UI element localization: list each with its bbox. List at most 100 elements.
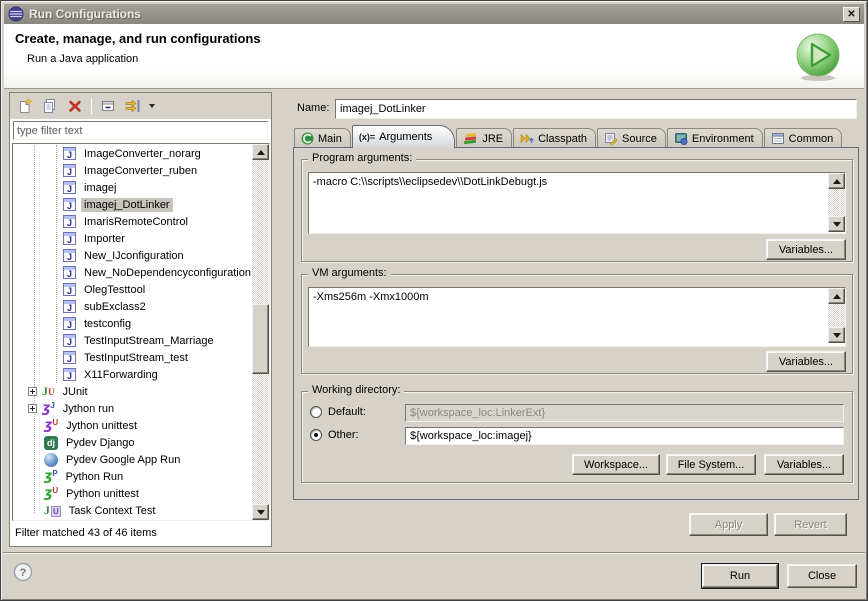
tab-environment[interactable]: Environment bbox=[667, 128, 763, 148]
program-arguments-scrollbar[interactable] bbox=[828, 173, 845, 232]
scroll-down-icon[interactable] bbox=[828, 327, 845, 343]
filter-status: Filter matched 43 of 46 items bbox=[12, 527, 269, 543]
name-label: Name: bbox=[297, 102, 329, 114]
python-run-icon bbox=[44, 469, 58, 485]
tree-item[interactable]: imagej bbox=[13, 179, 252, 196]
tab-bar: Main Arguments JRE Classpath Source Envi… bbox=[294, 125, 857, 148]
footer-separator bbox=[3, 552, 865, 554]
other-radio[interactable] bbox=[310, 429, 322, 441]
expand-icon[interactable] bbox=[28, 404, 37, 413]
title-bar[interactable]: Run Configurations ✕ bbox=[4, 4, 864, 24]
task-context-test-icon bbox=[44, 503, 61, 518]
duplicate-configuration-icon bbox=[42, 98, 58, 114]
pydev-google-app-icon bbox=[44, 453, 58, 467]
tree-item[interactable]: New_IJconfiguration bbox=[13, 247, 252, 264]
tree-item-jython-run[interactable]: Jython run bbox=[13, 400, 252, 417]
scroll-up-icon[interactable] bbox=[828, 288, 845, 304]
program-variables-button[interactable]: Variables... bbox=[766, 239, 846, 260]
tree-item-jython-unittest[interactable]: Jython unittest bbox=[13, 417, 252, 434]
expand-icon[interactable] bbox=[28, 387, 37, 396]
program-arguments-input[interactable]: -macro C:\\scripts\\eclipsedev\\DotLinkD… bbox=[308, 172, 846, 234]
tree-item-selected[interactable]: imagej_DotLinker bbox=[13, 196, 252, 213]
tab-classpath[interactable]: Classpath bbox=[513, 128, 596, 148]
scroll-up-icon[interactable] bbox=[252, 144, 269, 160]
vm-variables-button[interactable]: Variables... bbox=[766, 351, 846, 372]
revert-button[interactable]: Revert bbox=[774, 513, 847, 536]
filter-menu-dropdown-icon[interactable] bbox=[149, 104, 155, 108]
main-tab-icon bbox=[301, 132, 314, 145]
program-arguments-group: Program arguments: -macro C:\\scripts\\e… bbox=[301, 159, 853, 262]
java-app-icon bbox=[63, 266, 76, 279]
python-unittest-icon bbox=[44, 486, 58, 502]
file-system-button[interactable]: File System... bbox=[666, 454, 756, 475]
apply-button[interactable]: Apply bbox=[689, 513, 768, 536]
environment-tab-icon bbox=[674, 132, 688, 145]
tree-item-python-unittest[interactable]: Python unittest bbox=[13, 485, 252, 502]
tab-common[interactable]: Common bbox=[764, 128, 843, 148]
collapse-all-icon bbox=[100, 98, 116, 114]
tree-scrollbar[interactable] bbox=[252, 144, 269, 520]
tree-item-task-context-test[interactable]: Task Context Test bbox=[13, 502, 252, 519]
collapse-all-button[interactable] bbox=[97, 95, 119, 117]
other-directory-field[interactable]: ${workspace_loc:imagej} bbox=[405, 427, 844, 445]
run-configurations-dialog: Run Configurations ✕ Create, manage, and… bbox=[0, 0, 868, 601]
close-window-icon[interactable]: ✕ bbox=[843, 7, 860, 22]
default-label: Default: bbox=[328, 406, 366, 418]
tree-item[interactable]: TestInputStream_test bbox=[13, 349, 252, 366]
working-dir-variables-button[interactable]: Variables... bbox=[764, 454, 844, 475]
tab-source[interactable]: Source bbox=[597, 128, 666, 148]
tab-jre[interactable]: JRE bbox=[456, 128, 512, 148]
tree-item-pydev-google-app[interactable]: Pydev Google App Run bbox=[13, 451, 252, 468]
vm-arguments-label: VM arguments: bbox=[308, 267, 391, 279]
tree-item[interactable]: Importer bbox=[13, 230, 252, 247]
delete-configuration-icon bbox=[67, 98, 83, 114]
filter-icon bbox=[125, 98, 142, 114]
junit-icon bbox=[42, 384, 55, 399]
new-configuration-button[interactable] bbox=[14, 95, 36, 117]
jre-tab-icon bbox=[463, 132, 478, 145]
other-label: Other: bbox=[328, 429, 359, 441]
tree-item[interactable]: ImarisRemoteControl bbox=[13, 213, 252, 230]
tree-item[interactable]: X11Forwarding bbox=[13, 366, 252, 383]
tree-item-junit[interactable]: JUnit bbox=[13, 383, 252, 400]
default-radio[interactable] bbox=[310, 406, 322, 418]
scroll-down-icon[interactable] bbox=[828, 216, 845, 232]
tree-item-pydev-django[interactable]: Pydev Django bbox=[13, 434, 252, 451]
java-app-icon bbox=[63, 283, 76, 296]
help-icon[interactable]: ? bbox=[13, 562, 33, 585]
tree-rows: ImageConverter_norarg ImageConverter_rub… bbox=[13, 145, 252, 519]
vm-arguments-input[interactable]: -Xms256m -Xmx1000m bbox=[308, 287, 846, 347]
run-button[interactable]: Run bbox=[702, 564, 778, 588]
tree-item[interactable]: ImageConverter_norarg bbox=[13, 145, 252, 162]
tree-item[interactable]: New_NoDependencyconfiguration bbox=[13, 264, 252, 281]
tree-item-python-run[interactable]: Python Run bbox=[13, 468, 252, 485]
tree-item[interactable]: OlegTesttool bbox=[13, 281, 252, 298]
duplicate-configuration-button[interactable] bbox=[39, 95, 61, 117]
program-arguments-label: Program arguments: bbox=[308, 152, 416, 164]
tree-item[interactable]: testconfig bbox=[13, 315, 252, 332]
workspace-button[interactable]: Workspace... bbox=[572, 454, 660, 475]
close-button[interactable]: Close bbox=[787, 564, 857, 588]
page-subtitle: Run a Java application bbox=[27, 53, 138, 65]
tree-item[interactable]: subExclass2 bbox=[13, 298, 252, 315]
tree-item[interactable]: TestInputStream_Marriage bbox=[13, 332, 252, 349]
vm-arguments-group: VM arguments: -Xms256m -Xmx1000m Variabl… bbox=[301, 274, 853, 374]
working-directory-label: Working directory: bbox=[308, 384, 404, 396]
delete-configuration-button[interactable] bbox=[64, 95, 86, 117]
scrollbar-thumb[interactable] bbox=[252, 304, 269, 374]
tree-item[interactable]: ImageConverter_ruben bbox=[13, 162, 252, 179]
java-app-icon bbox=[63, 215, 76, 228]
filter-configurations-button[interactable] bbox=[122, 95, 144, 117]
tab-main[interactable]: Main bbox=[294, 128, 351, 148]
tab-arguments[interactable]: Arguments bbox=[352, 125, 455, 148]
name-input[interactable] bbox=[335, 99, 857, 119]
vm-arguments-scrollbar[interactable] bbox=[828, 288, 845, 343]
java-app-icon bbox=[63, 300, 76, 313]
java-app-icon bbox=[63, 351, 76, 364]
scroll-up-icon[interactable] bbox=[828, 173, 845, 189]
java-app-icon bbox=[63, 164, 76, 177]
configurations-tree: ImageConverter_norarg ImageConverter_rub… bbox=[12, 143, 270, 521]
new-configuration-icon bbox=[17, 98, 33, 114]
filter-input[interactable] bbox=[13, 121, 268, 140]
scroll-down-icon[interactable] bbox=[252, 504, 269, 520]
